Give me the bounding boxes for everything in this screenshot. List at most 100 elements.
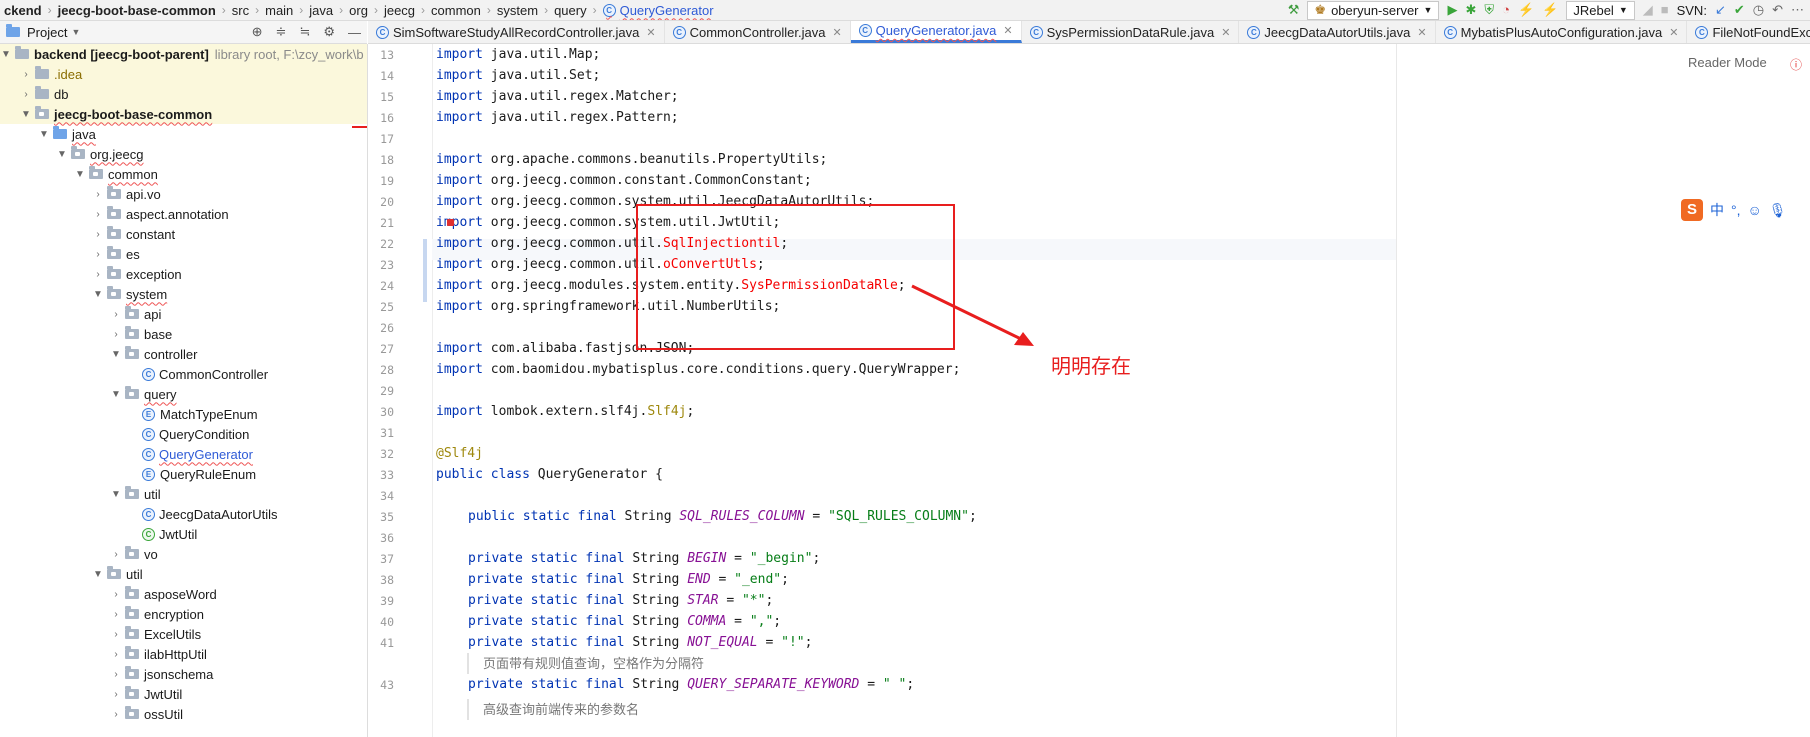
chevron-down-icon[interactable]: ▼ bbox=[74, 169, 86, 180]
chevron-right-icon[interactable]: › bbox=[110, 689, 122, 700]
chevron-right-icon[interactable]: › bbox=[110, 649, 122, 660]
debug-icon[interactable]: ✱ bbox=[1465, 0, 1476, 20]
tree-item-query-rule-enum[interactable]: E QueryRuleEnum bbox=[0, 464, 367, 484]
chevron-right-icon[interactable]: › bbox=[92, 249, 104, 260]
crumb-java[interactable]: java bbox=[305, 3, 337, 18]
tab-sys-permission-data-rule[interactable]: C SysPermissionDataRule.java ✕ bbox=[1022, 21, 1240, 43]
chevron-right-icon[interactable]: › bbox=[92, 269, 104, 280]
chevron-right-icon[interactable]: › bbox=[92, 189, 104, 200]
crumb-current-file[interactable]: C QueryGenerator bbox=[599, 3, 718, 18]
jrebel-debug-icon[interactable]: ⚡ bbox=[1542, 0, 1558, 20]
close-icon[interactable]: ✕ bbox=[646, 26, 655, 39]
tree-item-root[interactable]: ▼ backend [jeecg-boot-parent] library root… bbox=[0, 44, 367, 64]
tree-item-oss-util[interactable]: › ossUtil bbox=[0, 704, 367, 724]
tree-item-ilab-http-util[interactable]: › ilabHttpUtil bbox=[0, 644, 367, 664]
emoji-icon[interactable]: ☺ bbox=[1748, 202, 1762, 218]
chevron-right-icon[interactable]: › bbox=[20, 89, 32, 100]
close-icon[interactable]: ✕ bbox=[1221, 26, 1230, 39]
chevron-down-icon[interactable]: ▼ bbox=[92, 569, 104, 580]
tree-item-controller[interactable]: ▼ controller bbox=[0, 344, 367, 364]
tree-item-system[interactable]: ▼ system bbox=[0, 284, 367, 304]
run-configuration-select[interactable]: ♚ oberyun-server ▼ bbox=[1307, 0, 1440, 20]
tree-item-module[interactable]: ▼ jeecg-boot-base-common bbox=[0, 104, 367, 124]
chevron-down-icon[interactable]: ▼ bbox=[20, 109, 32, 120]
jrebel-select[interactable]: JRebel ▼ bbox=[1566, 0, 1635, 20]
tree-item-es[interactable]: › es bbox=[0, 244, 367, 264]
tree-item-idea[interactable]: › .idea bbox=[0, 64, 367, 84]
tree-item-base[interactable]: › base bbox=[0, 324, 367, 344]
run-icon[interactable]: ▶ bbox=[1447, 0, 1457, 20]
tree-item-jwt-util-pkg[interactable]: › JwtUtil bbox=[0, 684, 367, 704]
tab-file-not-found[interactable]: CFileNotFoundExcep bbox=[1687, 21, 1810, 43]
crumb-project[interactable]: ckend bbox=[0, 3, 46, 18]
tree-item-common-controller[interactable]: C CommonController bbox=[0, 364, 367, 384]
tab-sim-software-study[interactable]: C SimSoftwareStudyAllRecordController.jav… bbox=[368, 21, 665, 43]
crumb-main[interactable]: main bbox=[261, 3, 297, 18]
tree-item-encryption[interactable]: › encryption bbox=[0, 604, 367, 624]
tree-item-match-type-enum[interactable]: E MatchTypeEnum bbox=[0, 404, 367, 424]
chevron-right-icon[interactable]: › bbox=[110, 309, 122, 320]
chevron-right-icon[interactable]: › bbox=[110, 589, 122, 600]
chevron-down-icon[interactable]: ▼ bbox=[0, 49, 12, 60]
tree-item-jwt-util[interactable]: C JwtUtil bbox=[0, 524, 367, 544]
build-hammer-icon[interactable]: ⚒ bbox=[1288, 0, 1300, 20]
build-icon[interactable]: ◢ bbox=[1643, 0, 1653, 20]
close-icon[interactable]: ✕ bbox=[1417, 26, 1426, 39]
tree-item-org-jeecg[interactable]: ▼ org.jeecg bbox=[0, 144, 367, 164]
tree-item-query-generator[interactable]: C QueryGenerator bbox=[0, 444, 367, 464]
tree-item-excel-utils[interactable]: › ExcelUtils bbox=[0, 624, 367, 644]
close-icon[interactable]: ✕ bbox=[1003, 24, 1012, 37]
tree-item-exception[interactable]: › exception bbox=[0, 264, 367, 284]
chevron-down-icon[interactable]: ▼ bbox=[110, 349, 122, 360]
tree-item-query[interactable]: ▼ query bbox=[0, 384, 367, 404]
tree-item-system-util[interactable]: ▼ util bbox=[0, 484, 367, 504]
microphone-icon[interactable]: 🎙 bbox=[1769, 202, 1787, 219]
close-icon[interactable]: ✕ bbox=[1669, 26, 1678, 39]
tree-item-aspose-word[interactable]: › asposeWord bbox=[0, 584, 367, 604]
chevron-right-icon[interactable]: › bbox=[20, 69, 32, 80]
crumb-jeecg[interactable]: jeecg bbox=[380, 3, 419, 18]
tree-item-db[interactable]: › db bbox=[0, 84, 367, 104]
ime-logo-icon[interactable]: S bbox=[1681, 199, 1703, 221]
tab-mybatis-plus-auto-configuration[interactable]: C MybatisPlusAutoConfiguration.java ✕ bbox=[1436, 21, 1688, 43]
crumb-src[interactable]: src bbox=[228, 3, 253, 18]
chevron-down-icon[interactable]: ▼ bbox=[56, 149, 68, 160]
crumb-query[interactable]: query bbox=[550, 3, 591, 18]
locate-icon[interactable]: ⊕ bbox=[252, 24, 263, 40]
vcs-change-marker[interactable] bbox=[423, 239, 427, 302]
gear-icon[interactable]: ⚙ bbox=[323, 24, 335, 40]
collapse-all-icon[interactable]: ≒ bbox=[299, 24, 310, 40]
history-icon[interactable]: ◷ bbox=[1753, 0, 1764, 20]
crumb-org[interactable]: org bbox=[345, 3, 372, 18]
tab-common-controller[interactable]: C CommonController.java ✕ bbox=[665, 21, 851, 43]
tree-item-java[interactable]: ▼ java bbox=[0, 124, 367, 144]
chevron-right-icon[interactable]: › bbox=[110, 609, 122, 620]
chevron-down-icon[interactable]: ▼ bbox=[92, 289, 104, 300]
tree-item-jeecg-data-autor-utils[interactable]: C JeecgDataAutorUtils bbox=[0, 504, 367, 524]
tree-item-vo[interactable]: › vo bbox=[0, 544, 367, 564]
tab-jeecg-data-autor-utils[interactable]: C JeecgDataAutorUtils.java ✕ bbox=[1239, 21, 1436, 43]
chevron-down-icon[interactable]: ▼ bbox=[110, 489, 122, 500]
chevron-down-icon[interactable]: ▼ bbox=[110, 389, 122, 400]
svn-update-icon[interactable]: ↙ bbox=[1715, 0, 1726, 20]
chevron-right-icon[interactable]: › bbox=[110, 329, 122, 340]
svn-commit-icon[interactable]: ✔ bbox=[1734, 0, 1745, 20]
reader-mode-button[interactable]: Reader Mode bbox=[1688, 55, 1767, 70]
chevron-down-icon[interactable]: ▼ bbox=[38, 129, 50, 140]
tree-item-api-vo[interactable]: › api.vo bbox=[0, 184, 367, 204]
profile-icon[interactable]: ◔ bbox=[1502, 0, 1510, 20]
jrebel-run-icon[interactable]: ⚡ bbox=[1518, 0, 1534, 20]
project-view-selector[interactable]: Project ▼ bbox=[0, 24, 80, 40]
ime-punct-icon[interactable]: °, bbox=[1731, 202, 1741, 218]
tab-query-generator[interactable]: C QueryGenerator.java ✕ bbox=[850, 21, 1022, 43]
tree-item-api[interactable]: › api bbox=[0, 304, 367, 324]
coverage-icon[interactable]: ⛨ bbox=[1484, 0, 1494, 20]
tree-item-util[interactable]: ▼ util bbox=[0, 564, 367, 584]
crumb-module[interactable]: jeecg-boot-base-common bbox=[54, 3, 220, 18]
minimize-icon[interactable]: — bbox=[348, 25, 361, 40]
chevron-right-icon[interactable]: › bbox=[110, 669, 122, 680]
tree-item-constant[interactable]: › constant bbox=[0, 224, 367, 244]
expand-all-icon[interactable]: ≑ bbox=[276, 24, 287, 40]
ime-mode[interactable]: 中 bbox=[1710, 200, 1724, 220]
chevron-right-icon[interactable]: › bbox=[110, 709, 122, 720]
